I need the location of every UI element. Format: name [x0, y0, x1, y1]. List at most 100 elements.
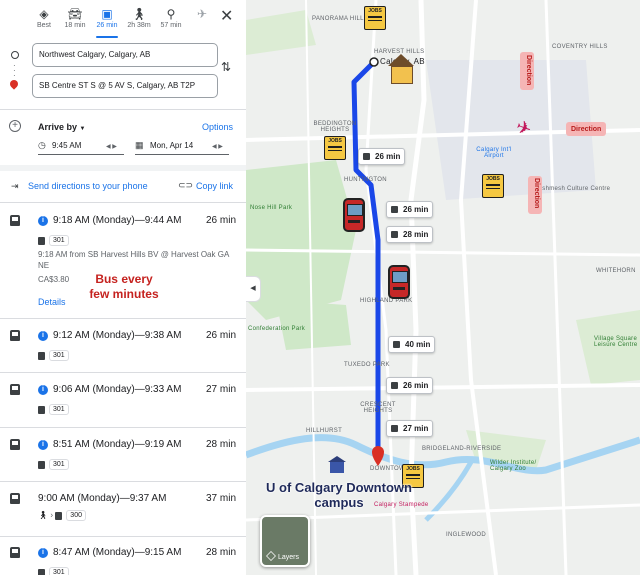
road	[408, 0, 427, 575]
route-time: 8:47 AM (Monday)—9:15 AM	[53, 547, 182, 558]
campus-label: U of Calgary Downtown campus	[266, 480, 412, 510]
campus-building-icon	[328, 456, 346, 474]
bus-icon	[10, 215, 20, 226]
map-label: INGLEWOOD	[446, 532, 487, 538]
map-label: Wilder Institute/ Calgary Zoo	[490, 460, 537, 472]
mode-flight[interactable]: ✈	[187, 6, 217, 22]
add-stop-icon[interactable]: +	[9, 120, 21, 132]
direction-label: Direction	[571, 126, 602, 133]
info-icon[interactable]: i	[38, 216, 48, 226]
route-destination-marker	[372, 446, 384, 466]
destination-pin-icon	[8, 78, 20, 90]
map-label: Nose Hill Park	[250, 205, 293, 211]
map-label: Dashmesh Culture Centre	[534, 186, 611, 192]
route-legs: 301	[38, 401, 69, 416]
map-label: Village Square Leisure Centre	[594, 336, 638, 348]
route-time: 8:51 AM (Monday)—9:19 AM	[53, 439, 182, 450]
options-button[interactable]: Options	[202, 122, 233, 132]
route-option[interactable]: 9:00 AM (Monday)—9:37 AM 37 min 🚶︎ › 300	[0, 493, 246, 523]
date-stepper-icon[interactable]: ◀ ▶	[212, 143, 223, 150]
mode-driving[interactable]: 🚘︎ 18 min	[60, 6, 90, 29]
route-option[interactable]: i 8:47 AM (Monday)—9:15 AM 28 min 301	[0, 547, 246, 575]
bow-river	[246, 434, 640, 475]
route-legs: 301	[38, 456, 69, 471]
map-label: WHITEHORN	[596, 268, 636, 274]
chevron-right-icon: ›	[50, 510, 54, 520]
origin-input[interactable]: Northwest Calgary, Calgary, AB	[32, 43, 218, 67]
line-badge: 301	[49, 459, 69, 471]
bike-icon: ⚲	[166, 7, 176, 21]
destination-input[interactable]: SB Centre ST S @ 5 AV S, Calgary, AB T2P	[32, 74, 218, 98]
bus-icon	[38, 568, 45, 575]
date-select[interactable]: Mon, Apr 14	[150, 141, 193, 150]
duration-chip[interactable]: 26 min	[386, 201, 434, 218]
layers-button[interactable]: Layers	[260, 515, 310, 567]
divider	[0, 536, 246, 537]
divider	[0, 318, 246, 319]
map-label: HILLHURST	[306, 428, 343, 434]
route-legs: 🚶︎ › 300	[38, 510, 86, 521]
route-option[interactable]: i 8:51 AM (Monday)—9:19 AM 28 min 301	[0, 439, 246, 471]
date-underline	[135, 154, 229, 155]
directions-panel: ◈ Best 🚘︎ 18 min ▣ 26 min 🚶︎ 2h 38m ⚲ 57…	[0, 0, 246, 575]
divider	[0, 202, 246, 203]
route-dots-icon: · · ·	[13, 61, 16, 80]
route-option[interactable]: i 9:06 AM (Monday)—9:33 AM 27 min 301	[0, 384, 246, 416]
info-icon[interactable]: i	[38, 548, 48, 558]
calendar-icon: ▦	[135, 140, 144, 150]
divider	[0, 427, 246, 428]
jobs-icon: JOBS	[364, 6, 386, 30]
copy-link-button[interactable]: Copy link	[196, 181, 233, 191]
jobs-icon: JOBS	[482, 174, 504, 198]
duration-chip[interactable]: 28 min	[386, 226, 434, 243]
route-option[interactable]: i 9:12 AM (Monday)—9:38 AM 26 min 301	[0, 330, 246, 362]
send-directions-link[interactable]: Send directions to your phone	[28, 181, 148, 191]
bus-icon	[38, 460, 45, 469]
duration-chip[interactable]: 26 min	[386, 377, 434, 394]
map-label: BRIDGELAND-RIVERSIDE	[422, 446, 502, 452]
time-stepper-icon[interactable]: ◀ ▶	[106, 143, 117, 150]
walk-icon: 🚶︎	[38, 510, 49, 520]
direction-label: Direction	[525, 55, 532, 86]
mode-cycling[interactable]: ⚲ 57 min	[156, 6, 186, 29]
route-legs: 301	[38, 564, 69, 575]
info-icon[interactable]: i	[38, 385, 48, 395]
route-time: 9:06 AM (Monday)—9:33 AM	[53, 384, 182, 395]
route-duration: 28 min	[205, 547, 236, 558]
route-detail: 9:18 AM from SB Harvest Hills BV @ Harve…	[38, 250, 229, 270]
nose-hill-park	[246, 160, 356, 320]
arrive-by-select[interactable]: Arrive by ▼	[38, 122, 86, 132]
clock-icon: ◷	[38, 140, 46, 150]
duration-chip[interactable]: 40 min	[388, 336, 436, 353]
fare: CA$3.80	[38, 275, 70, 284]
info-icon[interactable]: i	[38, 331, 48, 341]
mode-best[interactable]: ◈ Best	[29, 6, 59, 29]
duration-chip[interactable]: 27 min	[386, 420, 434, 437]
duration-chip[interactable]: 26 min	[358, 148, 406, 165]
swap-icon[interactable]: ⇅	[221, 60, 231, 74]
annotation-bus-frequency: Bus every few minutes	[89, 272, 159, 301]
map-label: HUNTINGTON	[344, 177, 387, 183]
link-icon: ⊂⊃	[178, 180, 194, 190]
bus-icon	[388, 265, 410, 299]
bus-icon	[343, 198, 365, 232]
route-legs: 301	[38, 347, 69, 362]
route-origin-marker	[369, 57, 379, 67]
map-label: CRESCENT HEIGHTS	[360, 402, 396, 414]
mode-transit[interactable]: ▣ 26 min	[92, 6, 122, 38]
time-select[interactable]: 9:45 AM	[52, 141, 81, 150]
map-label: TUXEDO PARK	[344, 362, 390, 368]
collapse-panel-button[interactable]: ◀	[246, 276, 261, 302]
route-diamond-icon: ◈	[39, 7, 49, 21]
line-badge: 300	[66, 510, 86, 521]
close-icon[interactable]: ✕	[220, 6, 233, 26]
direction-label: Direction	[533, 178, 540, 209]
layers-icon	[266, 551, 276, 561]
road	[246, 383, 640, 392]
map-label: PANORAMA HILLS	[312, 16, 369, 22]
details-link[interactable]: Details	[38, 297, 66, 307]
mode-walking[interactable]: 🚶︎ 2h 38m	[124, 6, 154, 29]
line-badge: 301	[49, 404, 69, 416]
info-icon[interactable]: i	[38, 440, 48, 450]
bus-icon	[10, 439, 20, 450]
